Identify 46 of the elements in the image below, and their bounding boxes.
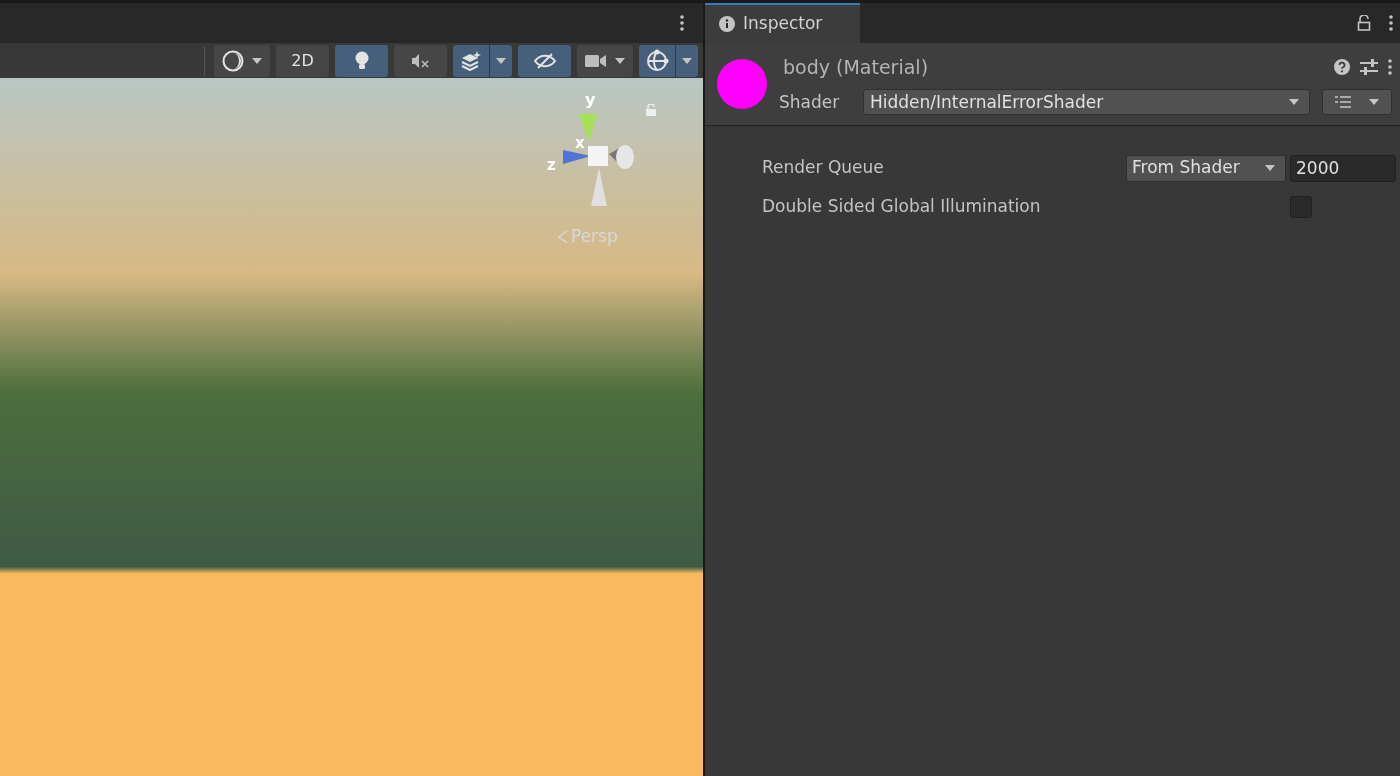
shader-label: Shader (779, 90, 841, 114)
lighting-toggle-button[interactable] (335, 44, 388, 77)
axis-label: x (575, 136, 585, 151)
chevron-left-icon (557, 229, 569, 244)
more-options-icon[interactable] (1388, 59, 1392, 75)
orientation-gizmo-drawing[interactable] (563, 112, 635, 208)
material-title: body (Material) (782, 54, 930, 80)
visibility-toggle-button[interactable] (518, 44, 571, 77)
property-label: Render Queue (762, 156, 885, 180)
caret-icon (1289, 99, 1299, 106)
caret-icon (1265, 165, 1275, 171)
dropdown-button[interactable] (676, 44, 698, 77)
more-options-icon[interactable] (1389, 15, 1393, 31)
shader-options-dropdown[interactable] (1322, 89, 1392, 116)
video-camera-icon (585, 53, 607, 68)
help-icon[interactable] (1334, 59, 1350, 75)
caret-icon (496, 57, 506, 64)
2d-toggle-button[interactable]: 2D (276, 44, 329, 77)
inspector-tab[interactable]: Inspector (705, 3, 860, 43)
layers-sparkle-icon (460, 50, 482, 71)
light-bulb-icon (353, 50, 370, 71)
eye-slash-icon (532, 51, 557, 70)
effects-toggle-button[interactable] (453, 44, 489, 77)
audio-toggle-button[interactable] (394, 44, 447, 77)
lock-icon[interactable] (1357, 15, 1371, 31)
caret-icon (615, 57, 625, 64)
axis-label: z (547, 158, 556, 173)
sliders-icon[interactable] (1360, 59, 1378, 75)
sphere-shading-icon (222, 49, 244, 72)
info-icon (719, 16, 735, 32)
axis-label: y (585, 92, 596, 108)
caret-icon (1369, 99, 1379, 106)
camera-mode-button[interactable] (577, 44, 633, 77)
caret-icon (252, 57, 262, 64)
shader-dropdown[interactable]: Hidden/InternalErrorShader (863, 89, 1310, 116)
render-queue-input[interactable]: 2000 (1290, 154, 1396, 182)
caret-icon (682, 57, 692, 64)
more-options-icon[interactable] (680, 15, 684, 31)
list-icon (1335, 96, 1351, 109)
shading-mode-button[interactable] (214, 44, 270, 77)
property-label: Double Sided Global Illumination (762, 195, 1042, 219)
render-queue-dropdown[interactable]: From Shader (1126, 154, 1286, 182)
muted-speaker-icon (410, 52, 431, 69)
dropdown-button[interactable] (490, 44, 512, 77)
globe-nodes-icon (645, 48, 669, 73)
gizmos-toggle-button[interactable] (639, 44, 675, 77)
